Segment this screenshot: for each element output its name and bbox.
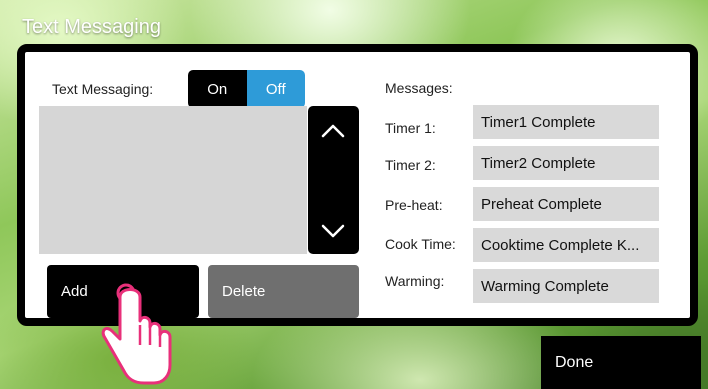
timer2-label: Timer 2: — [385, 157, 436, 173]
window-title: Text Messaging — [22, 16, 161, 38]
done-button[interactable]: Done — [541, 336, 701, 389]
tap-hand-icon — [101, 283, 172, 385]
timer2-message-field[interactable]: Timer2 Complete — [473, 146, 659, 180]
chevron-up-icon[interactable] — [320, 118, 346, 144]
toggle-off-option[interactable]: Off — [246, 70, 305, 108]
message-list[interactable] — [39, 106, 307, 254]
toggle-on-option[interactable]: On — [188, 70, 247, 108]
chevron-down-icon[interactable] — [320, 218, 346, 244]
preheat-label: Pre-heat: — [385, 197, 443, 213]
timer1-label: Timer 1: — [385, 120, 436, 136]
timer1-message-field[interactable]: Timer1 Complete — [473, 105, 659, 139]
text-messaging-toggle[interactable]: On Off — [188, 70, 305, 108]
messages-header: Messages: — [385, 80, 453, 96]
delete-button[interactable]: Delete — [208, 265, 359, 318]
cook-time-label: Cook Time: — [385, 236, 456, 252]
text-messaging-label: Text Messaging: — [52, 81, 154, 97]
preheat-message-field[interactable]: Preheat Complete — [473, 187, 659, 221]
list-scroll-controls — [308, 106, 359, 254]
warming-message-field[interactable]: Warming Complete — [473, 269, 659, 303]
warming-label: Warming: — [385, 273, 445, 289]
cook-time-message-field[interactable]: Cooktime Complete K... — [473, 228, 659, 262]
